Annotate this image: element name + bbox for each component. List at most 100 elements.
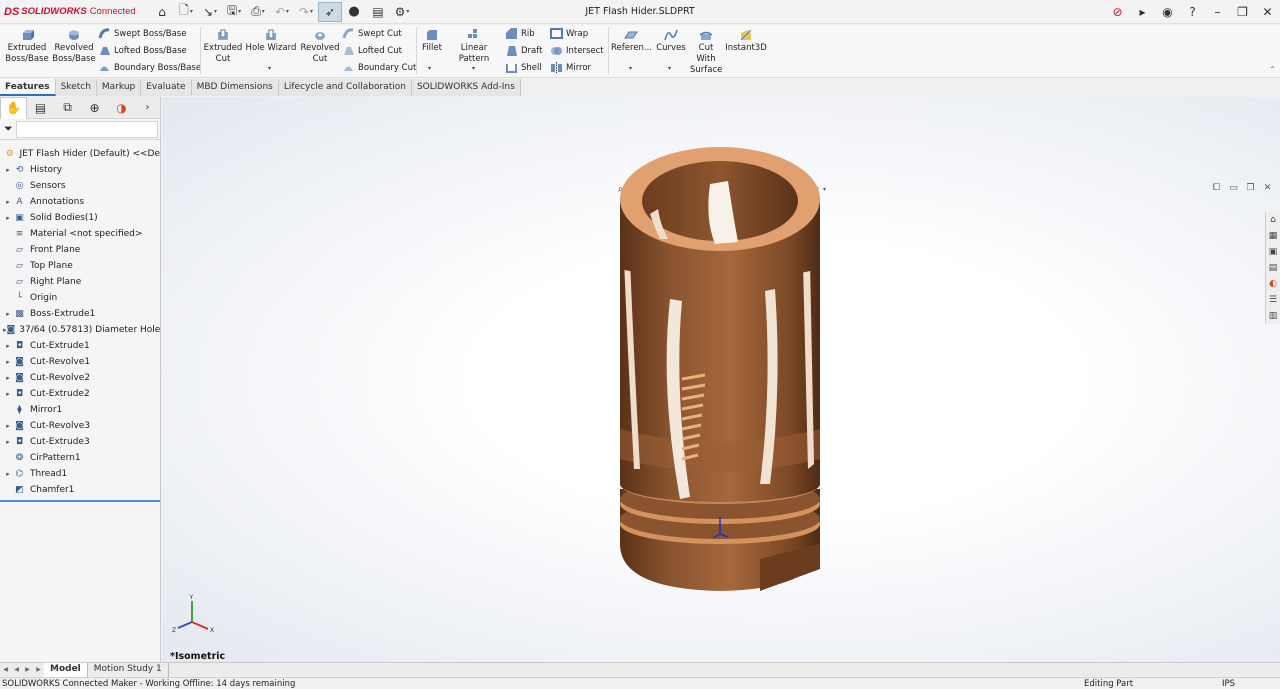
tree-filter-input[interactable] [15,120,158,138]
rebuild-button[interactable]: ● [342,2,366,22]
hole-wizard-button[interactable]: Hole Wizard [245,28,297,54]
configuration-manager-tab[interactable]: ⧉ [54,97,81,119]
property-manager-tab[interactable]: ▤ [27,97,54,119]
expand-arrow-icon[interactable]: ▸ [3,418,13,434]
reference-geometry-button[interactable]: Referen... [611,28,652,54]
tree-node-material-not-specified[interactable]: ≡ Material <not specified> [0,226,160,242]
tree-node-cut-extrude2[interactable]: ▸ ◘ Cut-Extrude2 [0,386,160,402]
rib-button[interactable]: Rib [505,26,535,41]
revolved-cut-button[interactable]: Revolved Cut [299,28,341,65]
intersect-button[interactable]: Intersect [550,43,604,58]
swept-cut-button[interactable]: Swept Cut [342,26,402,41]
expand-arrow-icon[interactable]: ▸ [3,466,13,482]
tree-node-cut-extrude3[interactable]: ▸ ◘ Cut-Extrude3 [0,434,160,450]
dimxpert-manager-tab[interactable]: ⊕ [81,97,108,119]
print-button[interactable]: ⎙ ▾ [246,2,270,22]
tree-node-boss-extrude1[interactable]: ▸ ▩ Boss-Extrude1 [0,306,160,322]
graphics-area[interactable]: ⌕ ⌕ ◬ ◧ ⬚ ◫▾ ■▾ ◉▾ ◐ ◒▾ ▭▾ ⧠ ▭ ❐ ✕ ⌂ ▦ ▣… [162,97,1280,662]
display-manager-tab[interactable]: ◑ [108,97,135,119]
save-button[interactable]: 🖫 ▾ [222,2,246,22]
tree-node-right-plane[interactable]: ▱ Right Plane [0,274,160,290]
expand-arrow-icon[interactable]: ▸ [3,434,13,450]
curves-button[interactable]: Curves [655,28,687,54]
tree-node-solid-bodies-1[interactable]: ▸ ▣ Solid Bodies(1) [0,210,160,226]
chevron-down-icon[interactable]: ▾ [472,65,475,72]
offline-status-button[interactable]: ⊘ [1105,0,1130,24]
expand-arrow-icon[interactable]: ▸ [3,162,13,178]
view-palette-tab[interactable]: ▤ [1266,260,1280,276]
chevron-down-icon[interactable]: ▾ [668,65,671,72]
extruded-cut-button[interactable]: Extruded Cut [202,28,244,65]
solidworks-logo[interactable]: DS SOLIDWORKS Connected [0,6,150,18]
expand-arrow-icon[interactable]: ▸ [3,354,13,370]
tree-node-cut-revolve1[interactable]: ▸ ◙ Cut-Revolve1 [0,354,160,370]
custom-properties-tab[interactable]: ☰ [1266,292,1280,308]
tab-motion-study[interactable]: Motion Study 1 [88,662,169,677]
tree-node-top-plane[interactable]: ▱ Top Plane [0,258,160,274]
expand-arrow-icon[interactable]: ▸ [3,194,13,210]
tab-markup[interactable]: Markup [96,79,142,96]
tree-node-cut-revolve3[interactable]: ▸ ◙ Cut-Revolve3 [0,418,160,434]
revolved-boss-button[interactable]: Revolved Boss/Base [52,28,96,65]
prev-tab-icon[interactable]: ◀ [11,666,22,673]
tab-mbd-dimensions[interactable]: MBD Dimensions [191,79,279,96]
boundary-cut-button[interactable]: Boundary Cut [342,60,416,75]
shell-button[interactable]: Shell [505,60,542,75]
tree-node-origin[interactable]: └ Origin [0,290,160,306]
file-properties-button[interactable]: ▤ [366,2,390,22]
lofted-boss-button[interactable]: Lofted Boss/Base [98,43,187,58]
options-button[interactable]: ⚙ ▾ [390,2,414,22]
fillet-button[interactable]: Fillet [419,28,445,54]
tree-node-front-plane[interactable]: ▱ Front Plane [0,242,160,258]
help-button[interactable]: ? [1180,0,1205,24]
design-library-tab[interactable]: ▦ [1266,228,1280,244]
undo-button[interactable]: ↶ ▾ [270,2,294,22]
next-tab-icon[interactable]: ▶ [22,666,33,673]
tab-model[interactable]: Model [44,662,88,677]
lofted-cut-button[interactable]: Lofted Cut [342,43,402,58]
tree-node-history[interactable]: ▸ ⟲ History [0,162,160,178]
extruded-boss-button[interactable]: Extruded Boss/Base [4,28,50,65]
new-button[interactable]: 🗋 ▾ [174,2,198,22]
tree-node-cut-extrude1[interactable]: ▸ ◘ Cut-Extrude1 [0,338,160,354]
redo-button[interactable]: ↷ ▾ [294,2,318,22]
appearances-tab[interactable]: ◐ [1266,276,1280,292]
minimize-button[interactable]: – [1205,0,1230,24]
expand-arrow-icon[interactable]: ▸ [3,338,13,354]
viewport-close-button[interactable]: ✕ [1259,181,1276,195]
last-tab-icon[interactable]: ▶ [33,666,44,673]
expand-arrow-icon[interactable]: ▸ [3,370,13,386]
viewport-restore-button[interactable]: ❐ [1242,181,1259,195]
tree-node-cirpattern1[interactable]: ❂ CirPattern1 [0,450,160,466]
flash-hider-model[interactable] [610,139,840,599]
restore-button[interactable]: ❐ [1230,0,1255,24]
cut-with-surface-button[interactable]: Cut With Surface [690,28,722,76]
home-button[interactable]: ⌂ [150,2,174,22]
instant3d-button[interactable]: Instant3D [725,28,767,54]
tab-solidworks-addins[interactable]: SOLIDWORKS Add-Ins [411,79,521,96]
select-button[interactable]: ➶ [318,1,342,22]
command-search-button[interactable]: ▸ [1130,0,1155,24]
first-tab-icon[interactable]: ◀ [0,666,11,673]
chevron-down-icon[interactable]: ▾ [629,65,632,72]
viewport-tile-button[interactable]: ⧠ [1208,181,1225,195]
mirror-button[interactable]: Mirror [550,60,591,75]
open-button[interactable]: ↘ ▾ [198,2,222,22]
rollback-bar[interactable] [0,500,160,502]
swept-boss-button[interactable]: Swept Boss/Base [98,26,186,41]
linear-pattern-button[interactable]: Linear Pattern [446,28,502,65]
feature-manager-tab[interactable]: ✋ [0,96,27,119]
tab-sketch[interactable]: Sketch [55,79,97,96]
account-button[interactable]: ◉ [1155,0,1180,24]
file-explorer-tab[interactable]: ▣ [1266,244,1280,260]
tree-node-annotations[interactable]: ▸ A Annotations [0,194,160,210]
tree-node-37-64-0-57813-diameter-hole[interactable]: ▸ ◙ 37/64 (0.57813) Diameter Hole [0,322,160,338]
boundary-boss-button[interactable]: Boundary Boss/Base [98,60,201,75]
tree-node-chamfer1[interactable]: ◩ Chamfer1 [0,482,160,498]
tab-evaluate[interactable]: Evaluate [141,79,192,96]
ribbon-collapse-icon[interactable]: ⌃ [1269,65,1276,74]
tree-root-part[interactable]: ⚙ JET Flash Hider (Default) <<De [0,146,160,162]
chevron-down-icon[interactable]: ▾ [268,65,271,72]
chevron-down-icon[interactable]: ▾ [428,65,431,72]
tree-node-thread1[interactable]: ▸ ⌬ Thread1 [0,466,160,482]
